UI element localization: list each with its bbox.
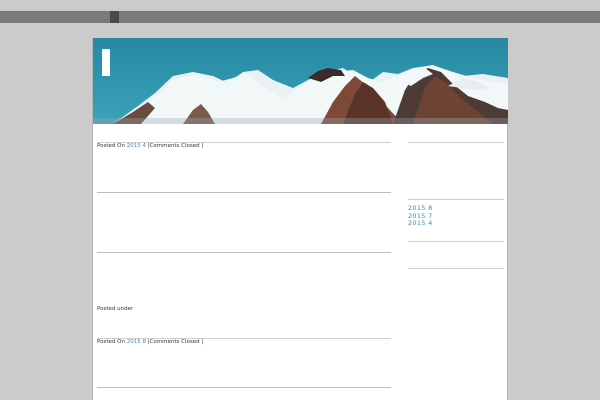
sidebar-divider	[408, 142, 504, 143]
post-divider	[97, 387, 391, 388]
posted-on-label: Posted On	[97, 143, 125, 149]
comments-closed-label: |Comments Closed |	[147, 143, 204, 149]
post-date-link[interactable]: 2015 8	[127, 339, 146, 345]
post-meta: Posted On 2015 4 |Comments Closed |	[97, 143, 203, 149]
posted-on-label: Posted On	[97, 339, 125, 345]
sidebar-divider	[408, 241, 504, 242]
post-divider	[97, 192, 391, 193]
top-toolbar	[0, 11, 600, 23]
post-meta: Posted On 2015 8 |Comments Closed |	[97, 339, 203, 345]
site-logo[interactable]	[102, 49, 110, 76]
archive-link[interactable]: 2015 4	[408, 219, 433, 228]
page-container: Posted On 2015 4 |Comments Closed | Post…	[92, 38, 508, 400]
toolbar-handle[interactable]	[110, 11, 119, 23]
header-banner-image	[93, 38, 508, 124]
comments-closed-label: |Comments Closed |	[147, 339, 204, 345]
archives-list: 2015 8 2015 7 2015 4	[408, 204, 433, 228]
sidebar-divider	[408, 199, 504, 200]
sidebar-divider	[408, 268, 504, 269]
post-divider	[97, 252, 391, 253]
posted-under-label: Posted under	[97, 306, 134, 312]
post-date-link[interactable]: 2015 4	[127, 143, 146, 149]
